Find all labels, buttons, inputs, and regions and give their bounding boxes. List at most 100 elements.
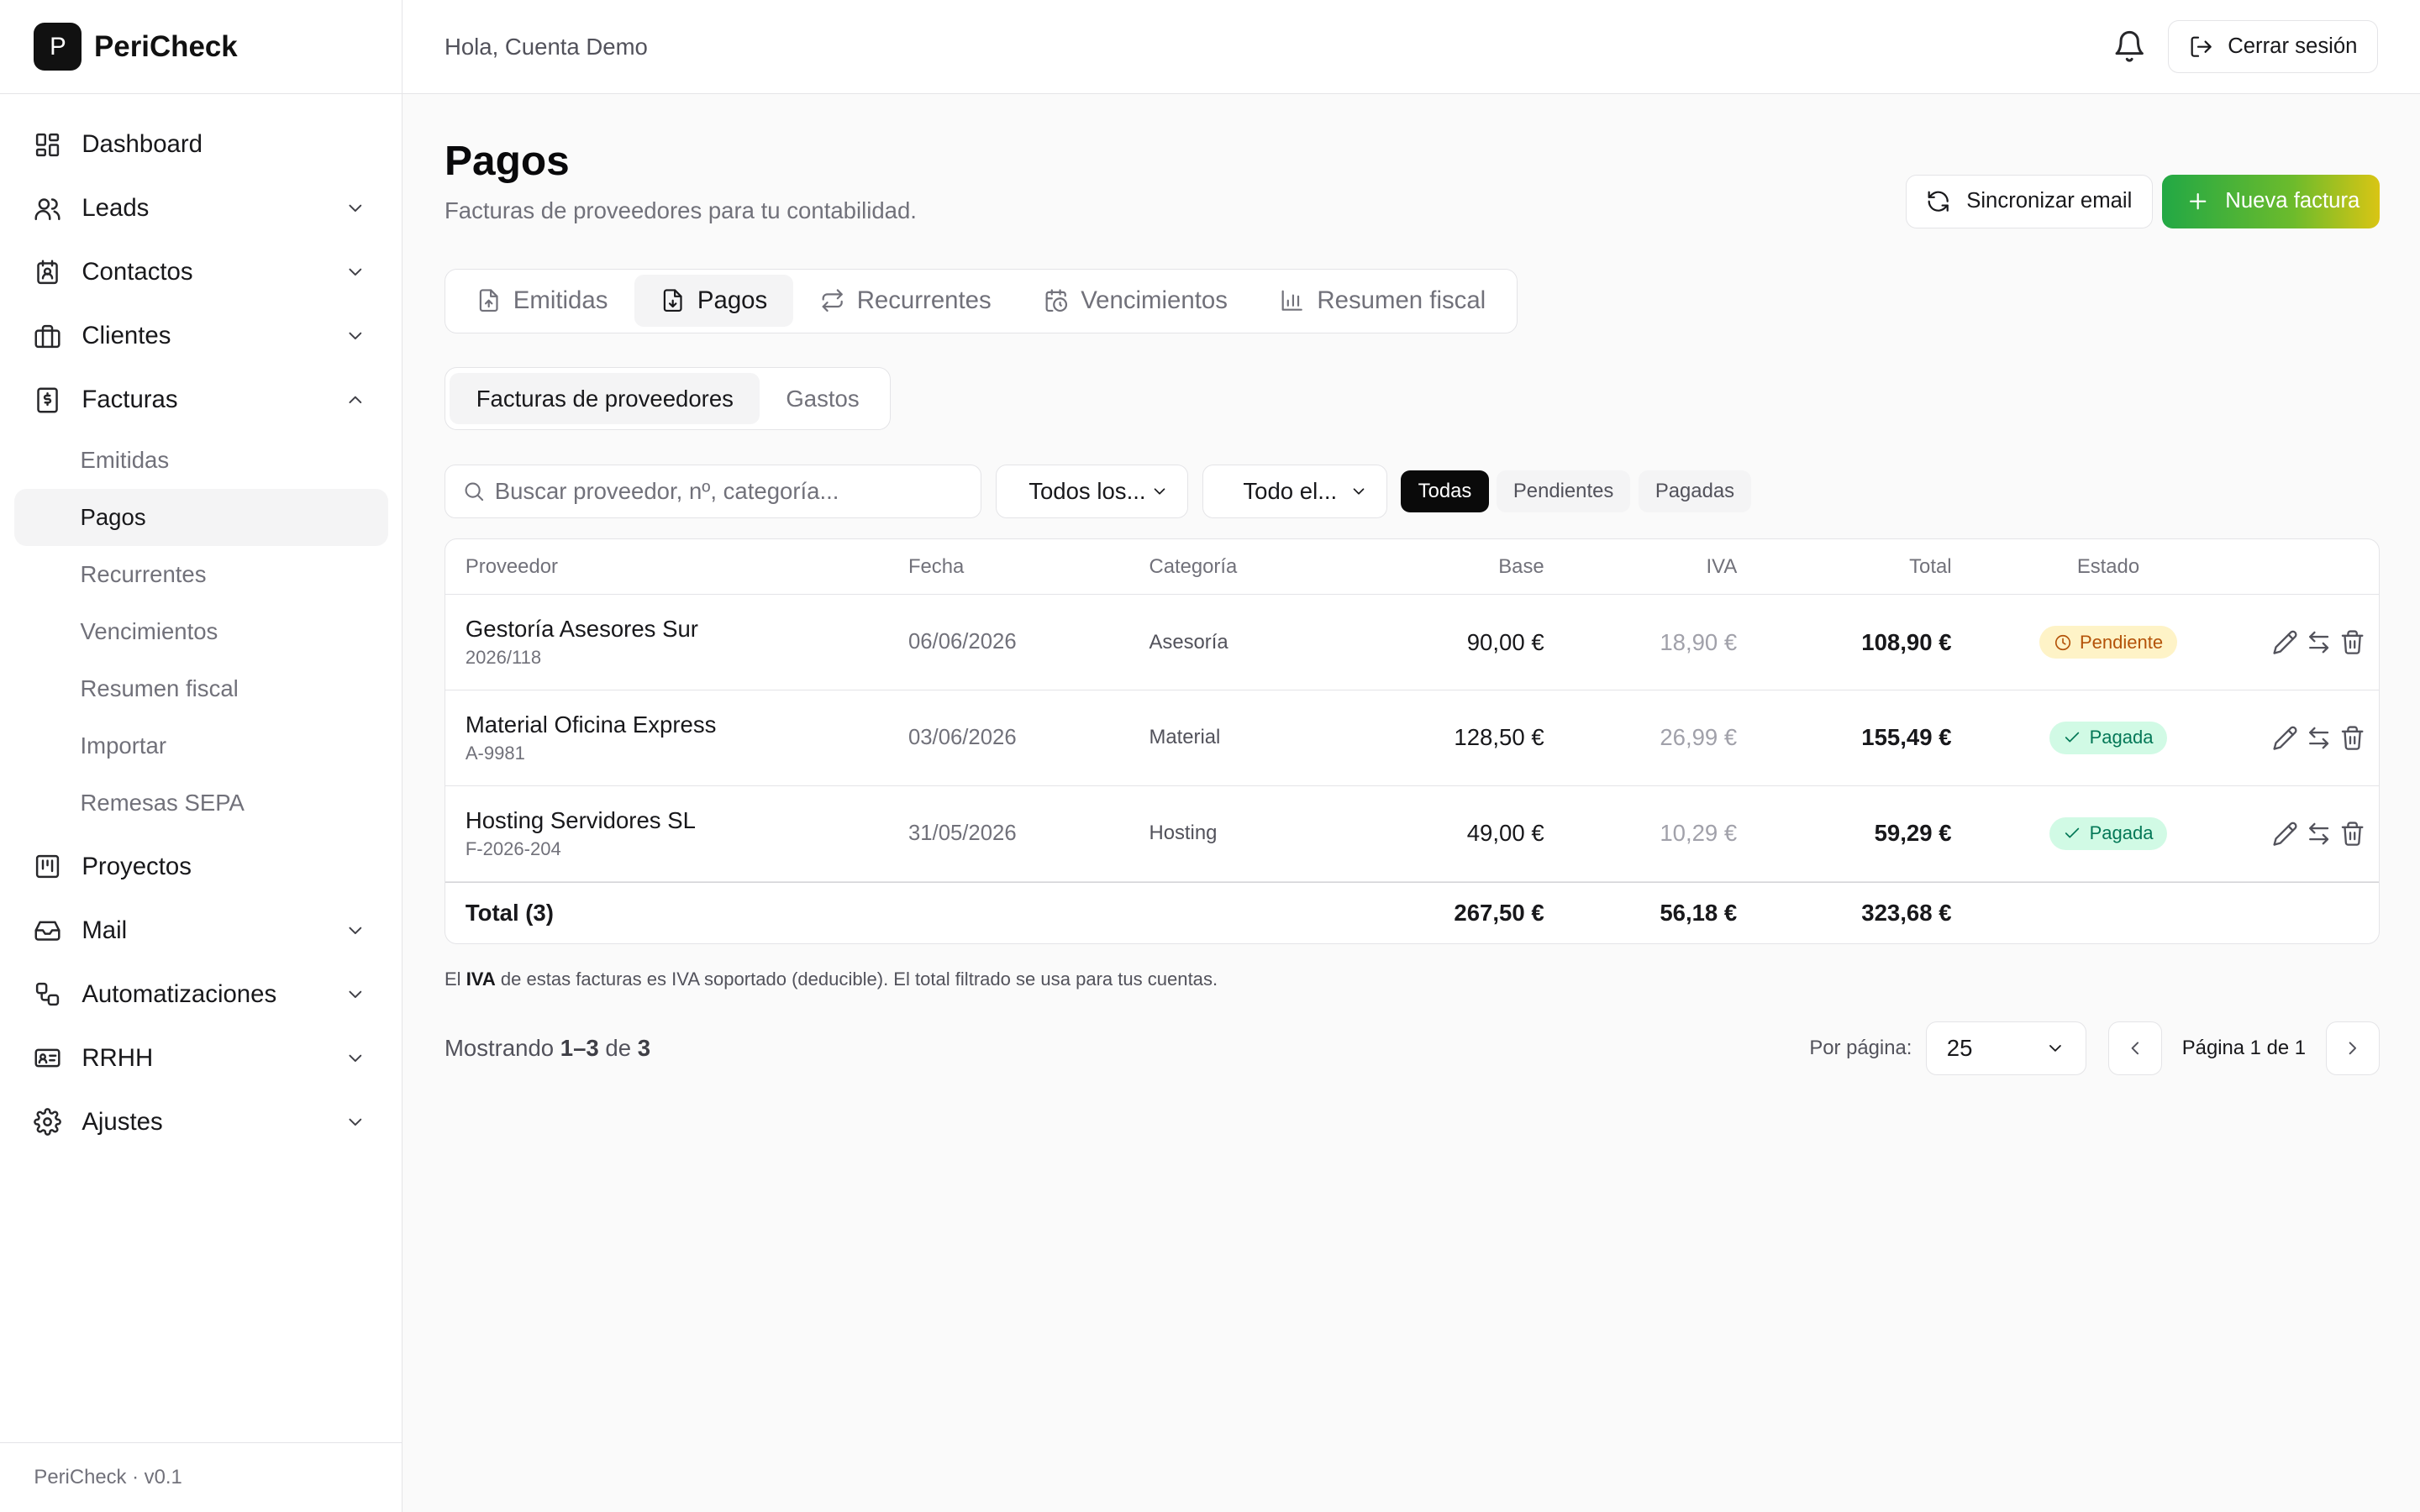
trash-icon[interactable] (2336, 721, 2370, 754)
per-page-select[interactable]: 25 (1925, 1021, 2086, 1076)
tab-pagos[interactable]: Pagos (634, 274, 794, 328)
cell-proveedor: Gestoría Asesores Sur 2026/118 (445, 616, 908, 669)
tab-vencimientos[interactable]: Vencimientos (1018, 275, 1254, 327)
filter-pill-todas[interactable]: Todas (1401, 470, 1489, 512)
tab-label: Recurrentes (856, 286, 992, 315)
col-header-estado[interactable]: Estado (1952, 555, 2265, 579)
brand[interactable]: P PeriCheck (0, 0, 402, 95)
sidebar-item-leads[interactable]: Leads (14, 176, 388, 240)
table-row[interactable]: Material Oficina Express A-9981 03/06/20… (445, 690, 2380, 786)
sidebar-item-mail[interactable]: Mail (14, 899, 388, 963)
status-badge: Pagada (2049, 722, 2168, 754)
cell-iva: 10,29 € (1660, 820, 1738, 847)
file-upload-icon (476, 288, 501, 312)
tab-emitidas[interactable]: Emitidas (450, 275, 634, 327)
tab-recurrentes[interactable]: Recurrentes (793, 275, 1018, 327)
status-label: Pagada (2089, 727, 2154, 748)
sync-email-button[interactable]: Sincronizar email (1905, 174, 2154, 228)
briefcase-icon (34, 323, 61, 350)
sidebar-item-facturas[interactable]: Facturas (14, 368, 388, 432)
swap-icon[interactable] (2302, 721, 2335, 754)
filter-pill-pagadas[interactable]: Pagadas (1638, 470, 1752, 512)
swap-icon[interactable] (2302, 816, 2335, 850)
segment-facturas-proveedores[interactable]: Facturas de proveedores (450, 373, 760, 425)
col-header-fecha[interactable]: Fecha (908, 555, 1150, 579)
cell-total: 155,49 € (1861, 724, 1952, 751)
table-row[interactable]: Gestoría Asesores Sur 2026/118 06/06/202… (445, 595, 2380, 690)
status-badge: Pendiente (2039, 626, 2177, 659)
sidebar-item-label: Mail (82, 916, 128, 944)
prev-page-button[interactable] (2107, 1021, 2162, 1076)
sidebar-subitem-remesas-sepa[interactable]: Remesas SEPA (14, 774, 388, 832)
totals-iva: 56,18 € (1660, 899, 1738, 926)
col-header-iva[interactable]: IVA (1544, 555, 1738, 579)
sidebar-subitem-emitidas[interactable]: Emitidas (14, 432, 388, 489)
sidebar-item-rrhh[interactable]: RRHH (14, 1026, 388, 1090)
showing-pre: Mostrando (444, 1035, 560, 1062)
cell-iva: 26,99 € (1660, 724, 1738, 751)
sidebar-subitem-importar[interactable]: Importar (14, 717, 388, 774)
table-row[interactable]: Hosting Servidores SL F-2026-204 31/05/2… (445, 786, 2380, 882)
invoice-number: 2026/118 (465, 647, 542, 669)
per-page-label: Por página: (1809, 1037, 1912, 1060)
supplier-name: Gestoría Asesores Sur (465, 615, 698, 642)
trash-icon[interactable] (2336, 625, 2370, 659)
sidebar-item-clientes[interactable]: Clientes (14, 304, 388, 368)
sidebar-subitem-vencimientos[interactable]: Vencimientos (14, 603, 388, 660)
trash-icon[interactable] (2336, 816, 2370, 850)
sidebar-item-label: Leads (82, 194, 150, 223)
edit-icon[interactable] (2268, 625, 2302, 659)
bell-icon[interactable] (2112, 29, 2146, 63)
tab-resumen-fiscal[interactable]: Resumen fiscal (1254, 275, 1512, 327)
plus-icon (2186, 189, 2210, 213)
col-header-total[interactable]: Total (1737, 555, 1951, 579)
edit-icon[interactable] (2268, 721, 2302, 754)
cell-total: 59,29 € (1874, 820, 1952, 847)
sidebar-item-label: Dashboard (82, 130, 203, 159)
page-title: Pagos (444, 136, 570, 184)
sidebar-item-label: Contactos (82, 258, 193, 286)
chevron-up-icon[interactable] (345, 389, 366, 411)
sidebar-item-proyectos[interactable]: Proyectos (14, 835, 388, 899)
supplier-name: Hosting Servidores SL (465, 806, 696, 833)
filter-select-period[interactable]: Todo el... (1202, 464, 1387, 519)
sidebar-subitem-pagos[interactable]: Pagos (13, 489, 388, 547)
page-indicator: Página 1 de 1 (2181, 1037, 2307, 1060)
edit-icon[interactable] (2268, 816, 2302, 850)
calendar-clock-icon (1044, 288, 1068, 312)
chevron-down-icon[interactable] (345, 1111, 366, 1133)
logout-button[interactable]: Cerrar sesión (2168, 20, 2379, 73)
chevron-down-icon[interactable] (345, 920, 366, 942)
col-header-proveedor[interactable]: Proveedor (445, 555, 908, 579)
sidebar-subitem-resumen-fiscal[interactable]: Resumen fiscal (14, 660, 388, 717)
new-invoice-button[interactable]: Nueva factura (2162, 174, 2381, 228)
segment-gastos[interactable]: Gastos (760, 373, 886, 424)
chevron-down-icon (2045, 1038, 2065, 1058)
chevron-down-icon (1150, 482, 1169, 501)
workflow-icon (34, 980, 61, 1008)
filter-pill-pendientes[interactable]: Pendientes (1496, 470, 1631, 512)
sidebar-subitem-recurrentes[interactable]: Recurrentes (14, 546, 388, 603)
col-header-categoria[interactable]: Categoría (1149, 555, 1334, 579)
chevron-down-icon[interactable] (345, 261, 366, 283)
sidebar-item-ajustes[interactable]: Ajustes (14, 1090, 388, 1154)
sidebar-item-automatizaciones[interactable]: Automatizaciones (14, 963, 388, 1026)
chevron-down-icon[interactable] (345, 1047, 366, 1069)
swap-icon[interactable] (2302, 625, 2335, 659)
new-invoice-label: Nueva factura (2225, 189, 2360, 213)
next-page-button[interactable] (2325, 1021, 2381, 1076)
filter-select-category[interactable]: Todos los... (995, 464, 1189, 519)
cell-proveedor: Hosting Servidores SL F-2026-204 (445, 807, 908, 861)
topbar: Hola, Cuenta Demo Cerrar sesión (402, 0, 2420, 95)
sidebar-item-contactos[interactable]: Contactos (14, 240, 388, 304)
chevron-down-icon[interactable] (345, 984, 366, 1005)
cell-categoria: Asesoría (1149, 630, 1228, 654)
chevron-down-icon[interactable] (345, 325, 366, 347)
chevron-down-icon[interactable] (345, 197, 366, 219)
invoices-table: Proveedor Fecha Categoría Base IVA Total… (444, 538, 2381, 945)
col-header-base[interactable]: Base (1334, 555, 1544, 579)
search-input[interactable] (494, 477, 981, 505)
refresh-icon (1926, 189, 1950, 213)
sidebar-item-dashboard[interactable]: Dashboard (14, 113, 388, 176)
showing-mid: de (598, 1035, 638, 1062)
